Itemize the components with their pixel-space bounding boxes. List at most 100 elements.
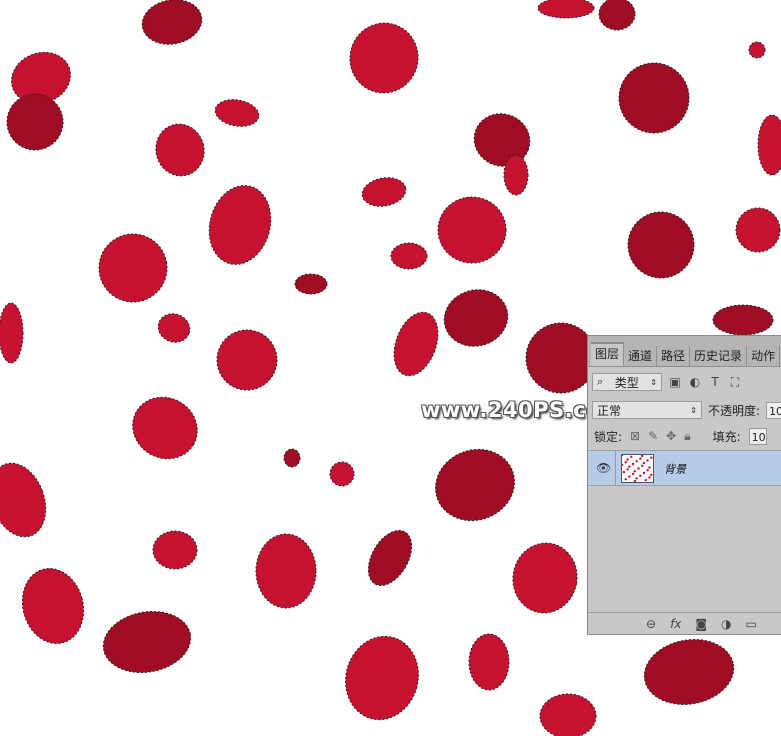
type-filter-icon[interactable]: T: [708, 375, 722, 389]
updown-icon: ⇕: [650, 377, 657, 387]
thumbnail-dot: [635, 460, 638, 463]
thumbnail-dot: [650, 456, 653, 459]
petal-shape: [627, 211, 695, 279]
thumbnail-petals: [622, 455, 653, 482]
petal-shape: [208, 185, 272, 265]
petal-shape: [735, 207, 781, 253]
petal-shape: [155, 123, 205, 177]
thumbnail-dot: [648, 476, 651, 479]
opacity-label: 不透明度:: [708, 403, 761, 418]
fx-icon[interactable]: fx: [670, 617, 681, 631]
updown-icon: ⇕: [690, 405, 697, 415]
petal-shape: [6, 93, 64, 151]
petal-shape: [216, 329, 278, 391]
petal-shape: [367, 530, 413, 586]
layer-thumbnail: [621, 454, 654, 483]
petal-shape: [643, 639, 735, 705]
panel-bottom-bar: ⊖ fx ◙ ◑ ▭: [588, 612, 781, 634]
thumbnail-dot: [637, 467, 640, 470]
tab-paths[interactable]: 路径: [657, 346, 691, 366]
tab-channels[interactable]: 通道: [624, 346, 658, 366]
thumbnail-dot: [642, 461, 646, 465]
lock-brush-icon[interactable]: ✎: [648, 429, 658, 443]
blend-mode-value: 正常: [597, 403, 622, 418]
thumbnail-dot: [631, 462, 635, 466]
adjustment-filter-icon[interactable]: ◐: [688, 375, 702, 389]
link-icon[interactable]: ⊖: [646, 617, 656, 631]
blend-row: 正常 ⇕ 不透明度: 10: [588, 397, 781, 423]
thumbnail-dot: [631, 472, 635, 476]
petal-shape: [598, 0, 636, 31]
layer-filter-row: ⌕ 类型 ⇕ ▣ ◐ T ⛶: [588, 367, 781, 397]
petal-shape: [748, 41, 766, 59]
filter-kind-dropdown[interactable]: ⌕ 类型 ⇕: [592, 373, 662, 391]
petal-shape: [294, 273, 328, 295]
layer-name[interactable]: 背景: [664, 461, 686, 477]
thumbnail-dot: [648, 466, 651, 469]
petal-shape: [98, 233, 168, 303]
thumbnail-dot: [639, 457, 642, 460]
thumbnail-dot: [630, 455, 633, 458]
panel-tabs: 图层 通道 路径 历史记录 动作: [588, 336, 781, 367]
petal-shape: [0, 462, 47, 538]
opacity-input[interactable]: 10: [766, 401, 781, 419]
filter-kind-label: 类型: [614, 375, 639, 390]
tab-history[interactable]: 历史记录: [690, 346, 748, 366]
mask-icon[interactable]: ◙: [695, 617, 707, 631]
thumbnail-dot: [628, 465, 631, 468]
thumbnail-dot: [644, 479, 647, 482]
thumbnail-dot: [624, 461, 627, 464]
petal-shape: [512, 542, 578, 614]
petal-shape: [132, 396, 198, 460]
petal-shape: [437, 196, 507, 264]
petal-shape: [435, 448, 515, 522]
petal-shape: [539, 693, 597, 736]
thumbnail-dot: [624, 478, 627, 481]
petal-shape: [214, 99, 260, 127]
thumbnail-dot: [646, 469, 649, 472]
petal-shape: [157, 313, 191, 343]
thumbnail-dot: [640, 455, 644, 458]
thumbnail-dot: [622, 463, 624, 467]
lock-label: 锁定:: [594, 429, 623, 444]
petal-shape: [468, 633, 510, 691]
folder-icon[interactable]: ▭: [746, 617, 757, 631]
thumbnail-dot: [622, 470, 626, 474]
lock-row: 锁定: ⊠ ✎ ✥ 🔒︎ 填充: 10: [588, 423, 781, 449]
image-filter-icon[interactable]: ▣: [668, 375, 682, 389]
thumbnail-dot: [642, 471, 646, 475]
lock-position-icon[interactable]: ✥: [666, 429, 676, 443]
tab-actions[interactable]: 动作: [747, 346, 781, 366]
petal-shape: [255, 533, 317, 609]
eye-icon[interactable]: 👁︎: [596, 461, 611, 475]
tab-layers[interactable]: 图层: [591, 342, 625, 366]
lock-transparent-icon[interactable]: ⊠: [630, 429, 640, 443]
thumbnail-dot: [622, 455, 624, 457]
blend-mode-dropdown[interactable]: 正常 ⇕: [592, 401, 702, 419]
petal-shape: [21, 567, 85, 645]
petal-shape: [345, 635, 419, 721]
petal-shape: [0, 302, 24, 364]
fill-input[interactable]: 10: [748, 427, 767, 445]
lock-all-icon[interactable]: 🔒︎: [684, 429, 690, 444]
layer-row-background[interactable]: 👁︎ 背景: [588, 450, 781, 486]
thumbnail-dot: [639, 474, 642, 477]
petal-shape: [757, 114, 781, 176]
layers-panel: 图层 通道 路径 历史记录 动作 ⌕ 类型 ⇕ ▣ ◐ T ⛶ 正常 ⇕ 不透明…: [587, 335, 781, 635]
petal-shape: [102, 610, 192, 674]
fill-label: 填充:: [712, 429, 741, 444]
petal-shape: [329, 461, 355, 487]
petal-shape: [393, 311, 439, 377]
adjustment-icon[interactable]: ◑: [721, 617, 731, 631]
petal-shape: [712, 304, 774, 336]
petal-shape: [443, 289, 509, 347]
thumbnail-dot: [628, 475, 631, 478]
petal-shape: [390, 242, 428, 270]
petal-shape: [152, 530, 198, 570]
petal-shape: [349, 22, 419, 94]
search-icon: ⌕: [597, 375, 604, 388]
petal-shape: [283, 448, 301, 468]
shape-filter-icon[interactable]: ⛶: [728, 375, 742, 390]
thumbnail-dot: [626, 468, 629, 471]
petal-shape: [503, 154, 529, 196]
